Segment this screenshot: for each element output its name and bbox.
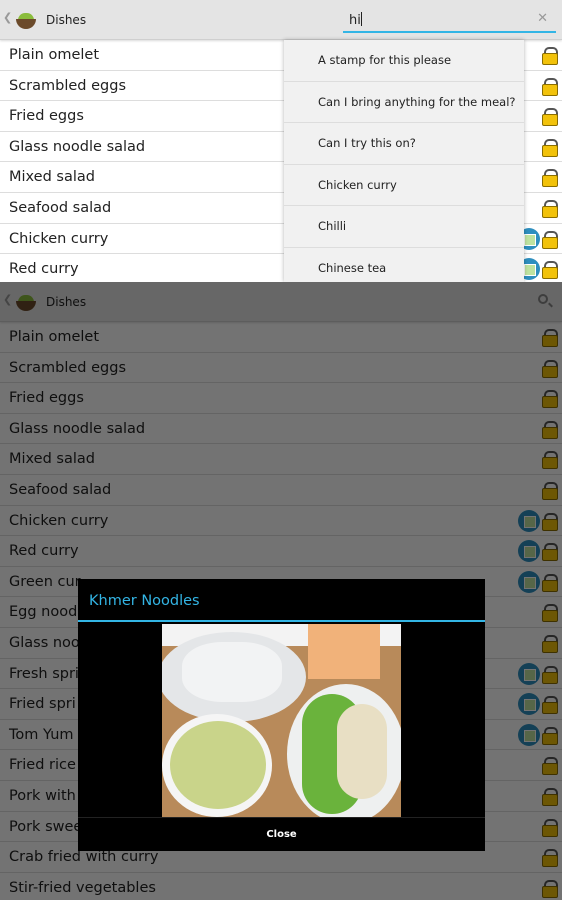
lock-icon [542, 261, 558, 280]
lock-icon [542, 230, 558, 249]
dialog-screen: ❮ Dishes Plain omeletScrambled eggsFried… [0, 282, 562, 900]
dialog-title: Khmer Noodles [78, 579, 485, 622]
clear-search-icon[interactable]: ✕ [537, 11, 548, 26]
suggestion-item[interactable]: A stamp for this please [284, 40, 524, 82]
list-item-label: Chicken curry [9, 230, 109, 247]
action-bar: ❮ Dishes hi ✕ [0, 0, 562, 40]
suggestion-item[interactable]: Chicken curry [284, 165, 524, 206]
lock-icon [542, 47, 558, 65]
dish-dialog: Khmer Noodles Close [78, 579, 485, 851]
list-item-label: Fried eggs [9, 108, 84, 125]
search-input[interactable]: hi ✕ [343, 8, 556, 33]
lock-icon [542, 77, 558, 96]
list-item-label: Seafood salad [9, 199, 112, 216]
list-item-label: Glass noodle salad [9, 138, 146, 155]
search-screen: ❮ Dishes hi ✕ Plain omelet Scrambled eggs… [0, 0, 562, 282]
suggestion-item[interactable]: Can I bring anything for the meal? [284, 82, 524, 123]
app-title: Dishes [46, 13, 87, 27]
lock-icon [542, 138, 558, 157]
list-item-label: Red curry [9, 261, 79, 278]
back-chevron-icon[interactable]: ❮ [3, 11, 12, 24]
app-logo-icon[interactable] [16, 11, 36, 29]
lock-icon [542, 199, 558, 218]
search-value: hi [349, 13, 361, 28]
list-item-label: Scrambled eggs [9, 77, 126, 94]
suggestion-item[interactable]: Chilli [284, 206, 524, 248]
search-suggestions: A stamp for this please Can I bring anyth… [284, 40, 524, 282]
close-button[interactable]: Close [78, 817, 485, 851]
lock-icon [542, 169, 558, 188]
suggestion-item[interactable]: Can I try this on? [284, 123, 524, 165]
list-item-label: Mixed salad [9, 169, 95, 186]
suggestion-item[interactable]: Chinese tea [284, 248, 524, 283]
list-item-label: Plain omelet [9, 47, 100, 63]
dish-photo [162, 624, 401, 817]
lock-icon [542, 108, 558, 127]
